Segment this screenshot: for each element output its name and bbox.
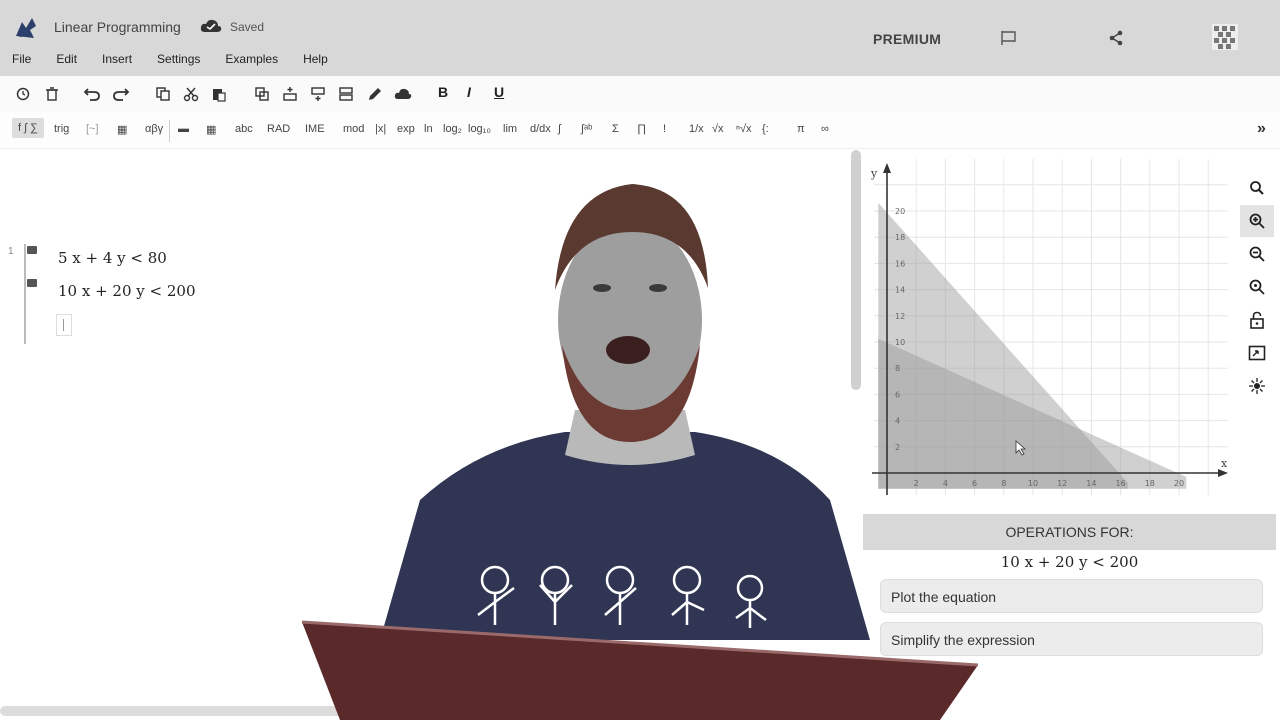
ime-button[interactable]: IME [305,123,325,135]
save-status: Saved [230,20,265,34]
derivative-button[interactable]: d/dx [530,123,551,135]
insert-below-icon[interactable] [308,84,328,104]
x-tick-label: 20 [1174,479,1184,488]
log10-button[interactable]: log₁₀ [468,123,491,135]
paste-icon[interactable] [209,84,229,104]
premium-button[interactable]: PREMIUM [873,31,941,47]
line-number: 1 [8,246,14,257]
cut-icon[interactable] [181,84,201,104]
functions-tab[interactable]: f ∫ ∑ [12,118,45,138]
lock-icon[interactable] [1240,304,1274,336]
menu-help[interactable]: Help [303,52,328,66]
zoom-fit-icon[interactable] [1240,271,1274,303]
x-tick-label: 14 [1086,479,1096,488]
menu-settings[interactable]: Settings [157,52,200,66]
expression-line-1[interactable]: 5 x + 4 y < 80 [58,249,167,267]
edit-toolbar: B I U [0,76,1280,112]
app-logo-icon[interactable] [12,14,40,42]
search-icon[interactable] [1240,172,1274,204]
infinity-button[interactable]: ∞ [821,123,829,135]
underline-button[interactable]: U [494,84,504,100]
piecewise-button[interactable]: {: [762,123,769,135]
greek-tab[interactable]: αβγ [145,123,163,135]
menu-file[interactable]: File [12,52,31,66]
expand-toolbar-button[interactable]: » [1257,120,1266,138]
exp-button[interactable]: exp [397,123,415,135]
pen-icon[interactable] [365,84,385,104]
x-axis-label: x [1221,457,1228,470]
calculator-tab[interactable]: ▦ [206,123,216,136]
integral-button[interactable]: ∫ [558,123,561,135]
avatar[interactable] [1208,20,1242,54]
cell-collapse-icon[interactable] [27,246,37,254]
pi-button[interactable]: π [797,123,805,135]
menu-edit[interactable]: Edit [56,52,77,66]
zoom-out-icon[interactable] [1240,238,1274,270]
redo-icon[interactable] [111,84,131,104]
x-tick-label: 8 [1001,479,1006,488]
nth-root-button[interactable]: ⁿ√x [736,123,752,135]
resize-icon[interactable] [1240,337,1274,369]
x-tick-label: 18 [1145,479,1155,488]
history-icon[interactable] [13,84,33,104]
mod-button[interactable]: mod [343,123,364,135]
bracket-tab[interactable]: [~] [86,123,99,135]
reciprocal-button[interactable]: 1/x [689,123,704,135]
zoom-in-icon[interactable] [1240,205,1274,237]
cloud-icon[interactable] [393,84,413,104]
expression-line-2[interactable]: 10 x + 20 y < 200 [58,282,195,300]
keyboard-tab[interactable]: ▬ [178,123,189,135]
gutter-bar [24,244,26,344]
text-mode-button[interactable]: abc [235,123,253,135]
copy-icon[interactable] [153,84,173,104]
toolbar-divider [169,120,170,142]
rad-button[interactable]: RAD [267,123,290,135]
sum-button[interactable]: Σ [612,123,619,135]
menu-bar: File Edit Insert Settings Examples Help [12,52,353,66]
cloud-saved-icon [200,19,222,32]
empty-input-line[interactable] [56,314,72,336]
x-tick-label: 16 [1116,479,1126,488]
matrix-tab[interactable]: ▦ [117,123,127,136]
definite-integral-button[interactable]: ∫ᵃᵇ [581,123,592,135]
duplicate-icon[interactable] [252,84,272,104]
trig-tab[interactable]: trig [54,123,69,135]
document-title[interactable]: Linear Programming [54,19,181,35]
abs-button[interactable]: |x| [375,123,386,135]
presenter-video-overlay [301,184,979,720]
bold-button[interactable]: B [438,84,448,100]
math-toolbar: f ∫ ∑ trig [~] ▦ αβγ ▬ ▦ abc RAD IME mod… [0,112,1280,149]
factorial-button[interactable]: ! [663,123,666,135]
x-tick-label: 12 [1057,479,1067,488]
insert-above-icon[interactable] [280,84,300,104]
cell-collapse-icon[interactable] [27,279,37,287]
menu-insert[interactable]: Insert [102,52,132,66]
sqrt-button[interactable]: √x [712,123,724,135]
app-header: Linear Programming Saved File Edit Inser… [0,0,1280,76]
italic-button[interactable]: I [467,84,471,100]
product-button[interactable]: ∏ [637,123,646,135]
delete-row-icon[interactable] [336,84,356,104]
trash-icon[interactable] [42,84,62,104]
x-tick-label: 10 [1028,479,1038,488]
flag-icon[interactable] [1000,30,1018,46]
log2-button[interactable]: log₂ [443,123,462,135]
undo-icon[interactable] [82,84,102,104]
center-icon[interactable] [1240,370,1274,402]
menu-examples[interactable]: Examples [225,52,278,66]
ln-button[interactable]: ln [424,123,433,135]
limit-button[interactable]: lim [503,123,517,135]
share-icon[interactable] [1108,30,1124,46]
